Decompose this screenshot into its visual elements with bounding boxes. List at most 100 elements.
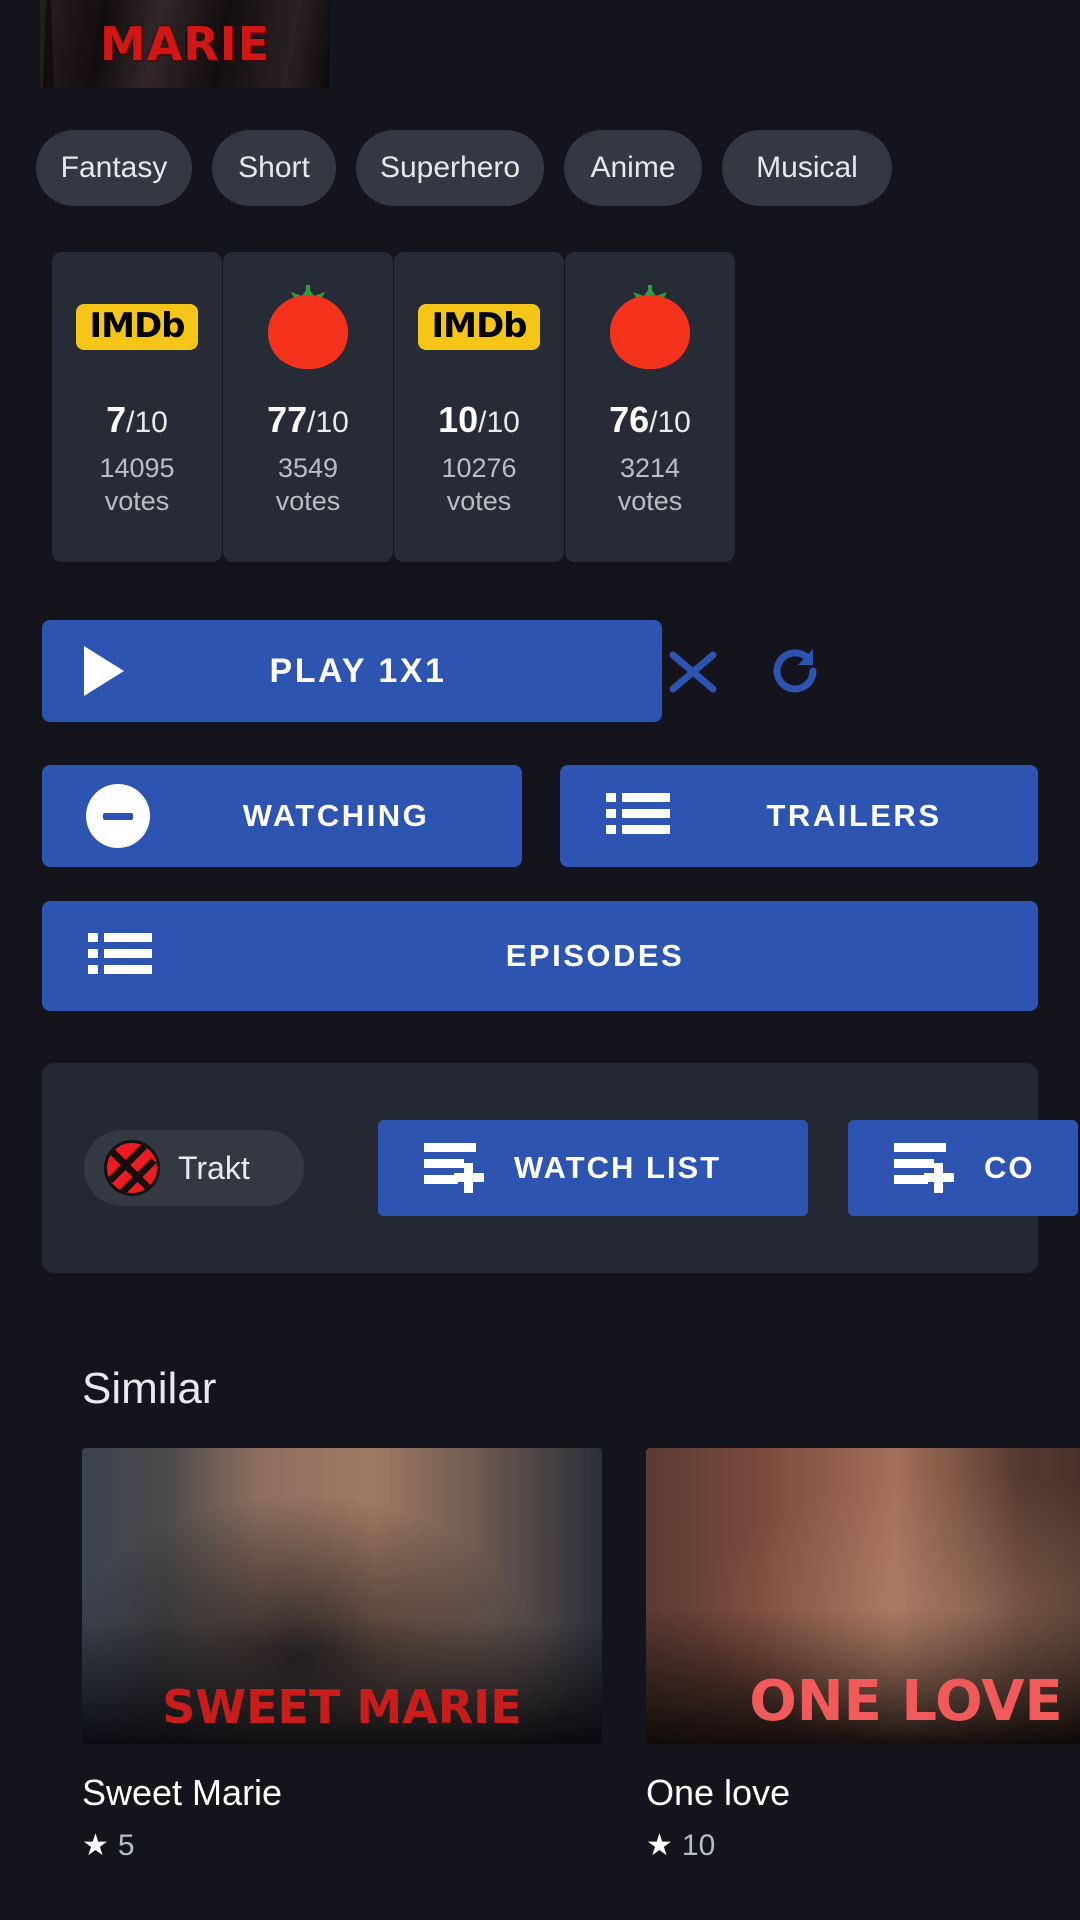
tomato-icon xyxy=(264,285,352,369)
tomato-icon xyxy=(606,285,694,369)
rating-score: 7/10 xyxy=(106,402,168,438)
playback-controls-row: PLAY 1X1 xyxy=(0,620,1080,722)
rating-votes-label: votes xyxy=(446,485,512,516)
trakt-service-pill[interactable]: Trakt xyxy=(84,1130,304,1206)
watch-list-button-label: WATCH LIST xyxy=(514,1150,722,1185)
rating-score-value: 76 xyxy=(609,399,650,440)
star-icon: ★ xyxy=(646,1829,673,1862)
play-next-icon[interactable] xyxy=(556,636,626,706)
trakt-icon xyxy=(104,1140,160,1196)
similar-title: One love xyxy=(646,1772,791,1813)
list-glyph xyxy=(88,932,152,974)
similar-poster-title: ONE LOVE xyxy=(749,1669,1063,1734)
rating-score-denominator: /10 xyxy=(649,406,691,439)
play-next-glyph xyxy=(573,652,612,690)
list-icon xyxy=(606,791,670,842)
rating-icon-slot: IMDb xyxy=(76,252,198,402)
tomato-body xyxy=(610,295,690,369)
genre-chip-label: Superhero xyxy=(379,151,521,184)
rating-card-imdb[interactable]: IMDb 7/10 14095 votes xyxy=(52,252,222,562)
rating-votes: 3214 votes xyxy=(618,452,683,518)
trailers-button-label: TRAILERS xyxy=(766,798,942,833)
genre-chip-musical[interactable]: Musical xyxy=(722,130,892,206)
similar-thumbnail[interactable]: ONE LOVE xyxy=(646,1448,1080,1744)
rating-votes-label: votes xyxy=(104,485,170,516)
rating-score-value: 7 xyxy=(106,399,127,440)
similar-thumbnail[interactable]: SWEET MARIE xyxy=(82,1448,602,1744)
refresh-icon[interactable] xyxy=(760,636,830,706)
genre-chip-row[interactable]: Fantasy Short Superhero Anime Musical xyxy=(0,130,1080,206)
similar-rating-value: 10 xyxy=(681,1828,716,1862)
rating-icon-slot xyxy=(264,252,352,402)
rating-score-denominator: /10 xyxy=(126,406,168,439)
rating-score-value: 77 xyxy=(267,399,308,440)
similar-rating: ★ 10 xyxy=(646,1828,1080,1863)
genre-chip-label: Musical xyxy=(756,151,858,184)
trailers-button[interactable]: TRAILERS xyxy=(560,765,1038,867)
similar-card-one-love[interactable]: ONE LOVE One love ★ 10 xyxy=(646,1448,1080,1863)
poster-title-text: MARIE xyxy=(99,17,271,71)
genre-chip-short[interactable]: Short xyxy=(212,130,336,206)
list-add-icon xyxy=(424,1139,488,1198)
minus-circle-icon xyxy=(86,784,150,848)
star-icon: ★ xyxy=(82,1829,109,1862)
list-glyph xyxy=(606,792,670,834)
rating-score: 10/10 xyxy=(438,402,520,438)
rating-score-value: 10 xyxy=(438,399,479,440)
rating-card-rottentomatoes-2[interactable]: 76/10 3214 votes xyxy=(565,252,735,562)
play-icon xyxy=(84,646,124,696)
rating-score-denominator: /10 xyxy=(307,406,349,439)
trakt-panel: Trakt WATCH LIST CO xyxy=(42,1063,1078,1273)
rating-votes-count: 10276 xyxy=(441,453,517,483)
rating-card-imdb-2[interactable]: IMDb 10/10 10276 votes xyxy=(394,252,564,562)
imdb-icon: IMDb xyxy=(76,304,198,350)
similar-rating-value: 5 xyxy=(117,1828,135,1862)
genre-chip-superhero[interactable]: Superhero xyxy=(356,130,544,206)
rating-votes-label: votes xyxy=(275,485,341,516)
rating-icon-slot: IMDb xyxy=(418,252,540,402)
similar-poster-title: SWEET MARIE xyxy=(162,1680,522,1734)
rating-score: 76/10 xyxy=(609,402,691,438)
episodes-button-label: EPISODES xyxy=(505,938,685,973)
shuffle-icon[interactable] xyxy=(658,636,728,706)
status-actions-row: WATCHING TRAILERS xyxy=(0,765,1080,867)
genre-chip-label: Fantasy xyxy=(60,151,168,184)
trakt-label: Trakt xyxy=(178,1149,250,1186)
similar-card-sweet-marie[interactable]: SWEET MARIE Sweet Marie ★ 5 xyxy=(82,1448,602,1863)
rating-votes: 3549 votes xyxy=(276,452,341,518)
rating-votes: 14095 votes xyxy=(99,452,174,518)
list-add-glyph xyxy=(424,1142,484,1193)
rating-votes-label: votes xyxy=(617,485,683,516)
rating-card-row: IMDb 7/10 14095 votes 77/10 3549 votes IMD… xyxy=(0,252,1080,566)
rating-votes-count: 3549 xyxy=(277,453,339,483)
genre-chip-label: Short xyxy=(238,151,310,184)
rating-votes-count: 14095 xyxy=(99,453,175,483)
watch-list-button[interactable]: WATCH LIST xyxy=(378,1120,808,1216)
watching-button-label: WATCHING xyxy=(242,798,430,833)
genre-chip-label: Anime xyxy=(590,151,676,184)
tomato-body xyxy=(268,295,348,369)
collection-button-label: CO xyxy=(984,1150,1035,1185)
show-detail-screen: MARIE Fantasy Short Superhero Anime Musi… xyxy=(0,0,1080,1920)
rating-icon-slot xyxy=(606,252,694,402)
list-add-icon xyxy=(894,1139,958,1198)
list-icon xyxy=(88,931,152,982)
similar-rating: ★ 5 xyxy=(82,1828,602,1863)
similar-title: Sweet Marie xyxy=(82,1772,283,1813)
collection-button[interactable]: CO xyxy=(848,1120,1078,1216)
rating-score-denominator: /10 xyxy=(478,406,520,439)
genre-chip-fantasy[interactable]: Fantasy xyxy=(36,130,192,206)
genre-chip-anime[interactable]: Anime xyxy=(564,130,702,206)
imdb-icon: IMDb xyxy=(418,304,540,350)
shuffle-glyph xyxy=(669,651,717,693)
episodes-row: EPISODES xyxy=(0,901,1080,1011)
play-button-label: PLAY 1X1 xyxy=(269,651,447,690)
rating-votes-count: 3214 xyxy=(619,453,681,483)
rating-card-rottentomatoes[interactable]: 77/10 3549 votes xyxy=(223,252,393,562)
list-add-glyph xyxy=(894,1142,954,1193)
rating-score: 77/10 xyxy=(267,402,349,438)
episodes-button[interactable]: EPISODES xyxy=(42,901,1038,1011)
watching-button[interactable]: WATCHING xyxy=(42,765,522,867)
show-poster-thumbnail[interactable]: MARIE xyxy=(40,0,330,88)
refresh-glyph xyxy=(773,649,817,693)
